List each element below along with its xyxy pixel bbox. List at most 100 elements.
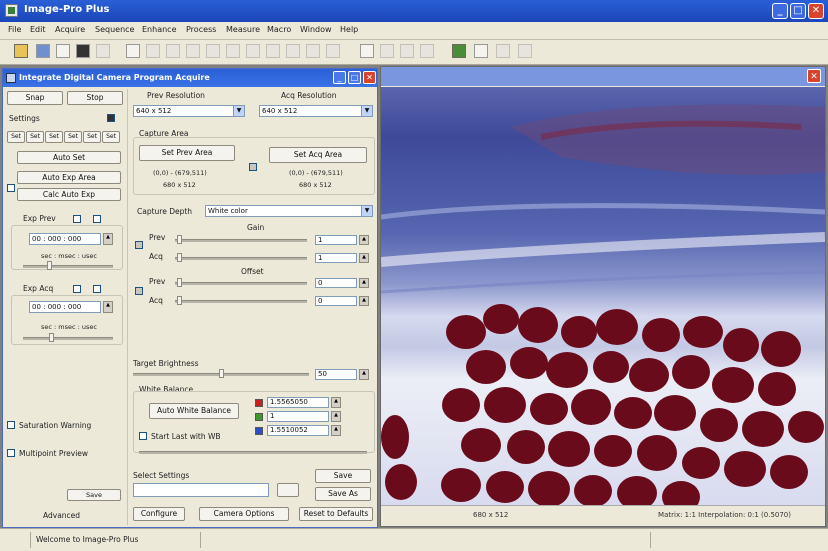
exp-acq-check[interactable] [73,285,81,293]
save-as-button[interactable]: Save As [315,487,371,501]
gain-prev-slider[interactable] [175,239,307,242]
menu-edit[interactable]: Edit [30,25,46,34]
chevron-down-icon[interactable]: ▼ [361,206,372,216]
exp-prev-spinner[interactable]: ▲ [103,233,113,245]
menu-file[interactable]: File [8,25,21,34]
chevron-down-icon[interactable]: ▼ [233,106,244,116]
gain-acq-slider-thumb[interactable] [177,253,182,262]
text-tool-icon[interactable] [326,44,340,58]
settings-save-icon[interactable] [107,114,115,122]
offset-prev-slider[interactable] [175,282,307,285]
wb-red-spinner[interactable]: ▲ [331,397,341,408]
rectangle-tool-icon[interactable] [166,44,180,58]
exp-prev-lock-check[interactable] [93,215,101,223]
preset-4-button[interactable]: Set [64,131,82,143]
camera-icon[interactable] [76,44,90,58]
preset-5-button[interactable]: Set [83,131,101,143]
panel-close-button[interactable]: ✕ [363,71,376,84]
exp-acq-slider[interactable] [23,337,113,340]
offset-acq-field[interactable]: 0 [315,296,357,306]
start-last-with-wb-check[interactable] [139,432,147,440]
exp-prev-slider-thumb[interactable] [47,261,52,270]
scan-icon[interactable] [96,44,110,58]
image-window-close-icon[interactable]: ✕ [807,69,821,83]
count-icon[interactable] [400,44,414,58]
pointer-icon[interactable] [146,44,160,58]
tissue-image[interactable] [381,87,825,505]
exp-acq-slider-thumb[interactable] [49,333,54,342]
set-acq-area-button[interactable]: Set Acq Area [269,147,367,163]
calc-auto-exp-button[interactable]: Calc Auto Exp [17,188,121,201]
color-segment-icon[interactable] [452,44,466,58]
auto-exp-area-button[interactable]: Auto Exp Area [17,171,121,184]
measure-icon[interactable] [380,44,394,58]
line-tool-icon[interactable] [246,44,260,58]
auto-white-balance-button[interactable]: Auto White Balance [149,403,239,419]
minimize-button[interactable]: _ [772,3,788,19]
save-icon[interactable] [36,44,50,58]
reset-to-defaults-button[interactable]: Reset to Defaults [299,507,373,521]
exp-acq-time-field[interactable]: 00 : 000 : 000 [29,301,101,313]
print-icon[interactable] [56,44,70,58]
panel-minimize-button[interactable]: _ [333,71,346,84]
save-button[interactable]: Save [67,489,121,501]
target-brightness-field[interactable]: 50 [315,369,357,380]
saturation-warning-check[interactable] [7,421,15,429]
menu-help[interactable]: Help [340,25,358,34]
copy-icon[interactable] [126,44,140,58]
preset-2-button[interactable]: Set [26,131,44,143]
wb-blue-spinner[interactable]: ▲ [331,425,341,436]
panel-maximize-button[interactable]: □ [348,71,361,84]
exp-acq-spinner[interactable]: ▲ [103,301,113,313]
menu-macro[interactable]: Macro [267,25,291,34]
profile-icon[interactable] [420,44,434,58]
open-icon[interactable] [14,44,28,58]
image-window[interactable]: ✕ 680 x 512 Matrix: 1:1 Interpolation: 0… [380,66,826,527]
offset-acq-spinner[interactable]: ▲ [359,296,369,306]
freehand-tool-icon[interactable] [226,44,240,58]
exp-acq-lock-check[interactable] [93,285,101,293]
pan-icon[interactable] [306,44,320,58]
macro-icon[interactable] [518,44,532,58]
gain-prev-slider-thumb[interactable] [177,235,182,244]
stop-button[interactable]: Stop [67,91,123,105]
menu-acquire[interactable]: Acquire [55,25,85,34]
gain-acq-spinner[interactable]: ▲ [359,253,369,263]
chevron-down-icon[interactable]: ▼ [361,106,372,116]
gain-acq-slider[interactable] [175,257,307,260]
menu-process[interactable]: Process [186,25,216,34]
zoom-icon[interactable] [286,44,300,58]
offset-prev-slider-thumb[interactable] [177,278,182,287]
offset-acq-slider[interactable] [175,300,307,303]
offset-link-icon[interactable] [135,287,143,295]
grid-icon[interactable] [474,44,488,58]
menu-sequence[interactable]: Sequence [95,25,134,34]
gain-prev-field[interactable]: 1 [315,235,357,245]
gain-link-icon[interactable] [135,241,143,249]
menu-window[interactable]: Window [300,25,332,34]
maximize-button[interactable]: □ [790,3,806,19]
select-settings-field[interactable] [133,483,269,497]
multipoint-preview-check[interactable] [7,449,15,457]
acquire-panel-titlebar[interactable]: Integrate Digital Camera Program Acquire… [3,69,377,87]
white-balance-slider[interactable] [139,451,367,454]
gain-prev-spinner[interactable]: ▲ [359,235,369,245]
preset-6-button[interactable]: Set [102,131,120,143]
histogram-icon[interactable] [360,44,374,58]
wb-green-spinner[interactable]: ▲ [331,411,341,422]
advanced-label[interactable]: Advanced [43,511,80,520]
offset-acq-slider-thumb[interactable] [177,296,182,305]
offset-prev-field[interactable]: 0 [315,278,357,288]
exp-prev-slider[interactable] [23,265,113,268]
exp-prev-check[interactable] [73,215,81,223]
close-button[interactable]: ✕ [808,3,824,19]
target-brightness-slider-thumb[interactable] [219,369,224,378]
wb-red-field[interactable]: 1.5565050 [267,397,329,408]
target-brightness-spinner[interactable]: ▲ [359,369,369,380]
configure-button[interactable]: Configure [133,507,185,521]
area-link-icon[interactable] [249,163,257,171]
auto-set-button[interactable]: Auto Set [17,151,121,164]
set-prev-area-button[interactable]: Set Prev Area [139,145,235,161]
image-window-titlebar[interactable]: ✕ [381,67,825,86]
exp-prev-time-field[interactable]: 00 : 000 : 000 [29,233,101,245]
